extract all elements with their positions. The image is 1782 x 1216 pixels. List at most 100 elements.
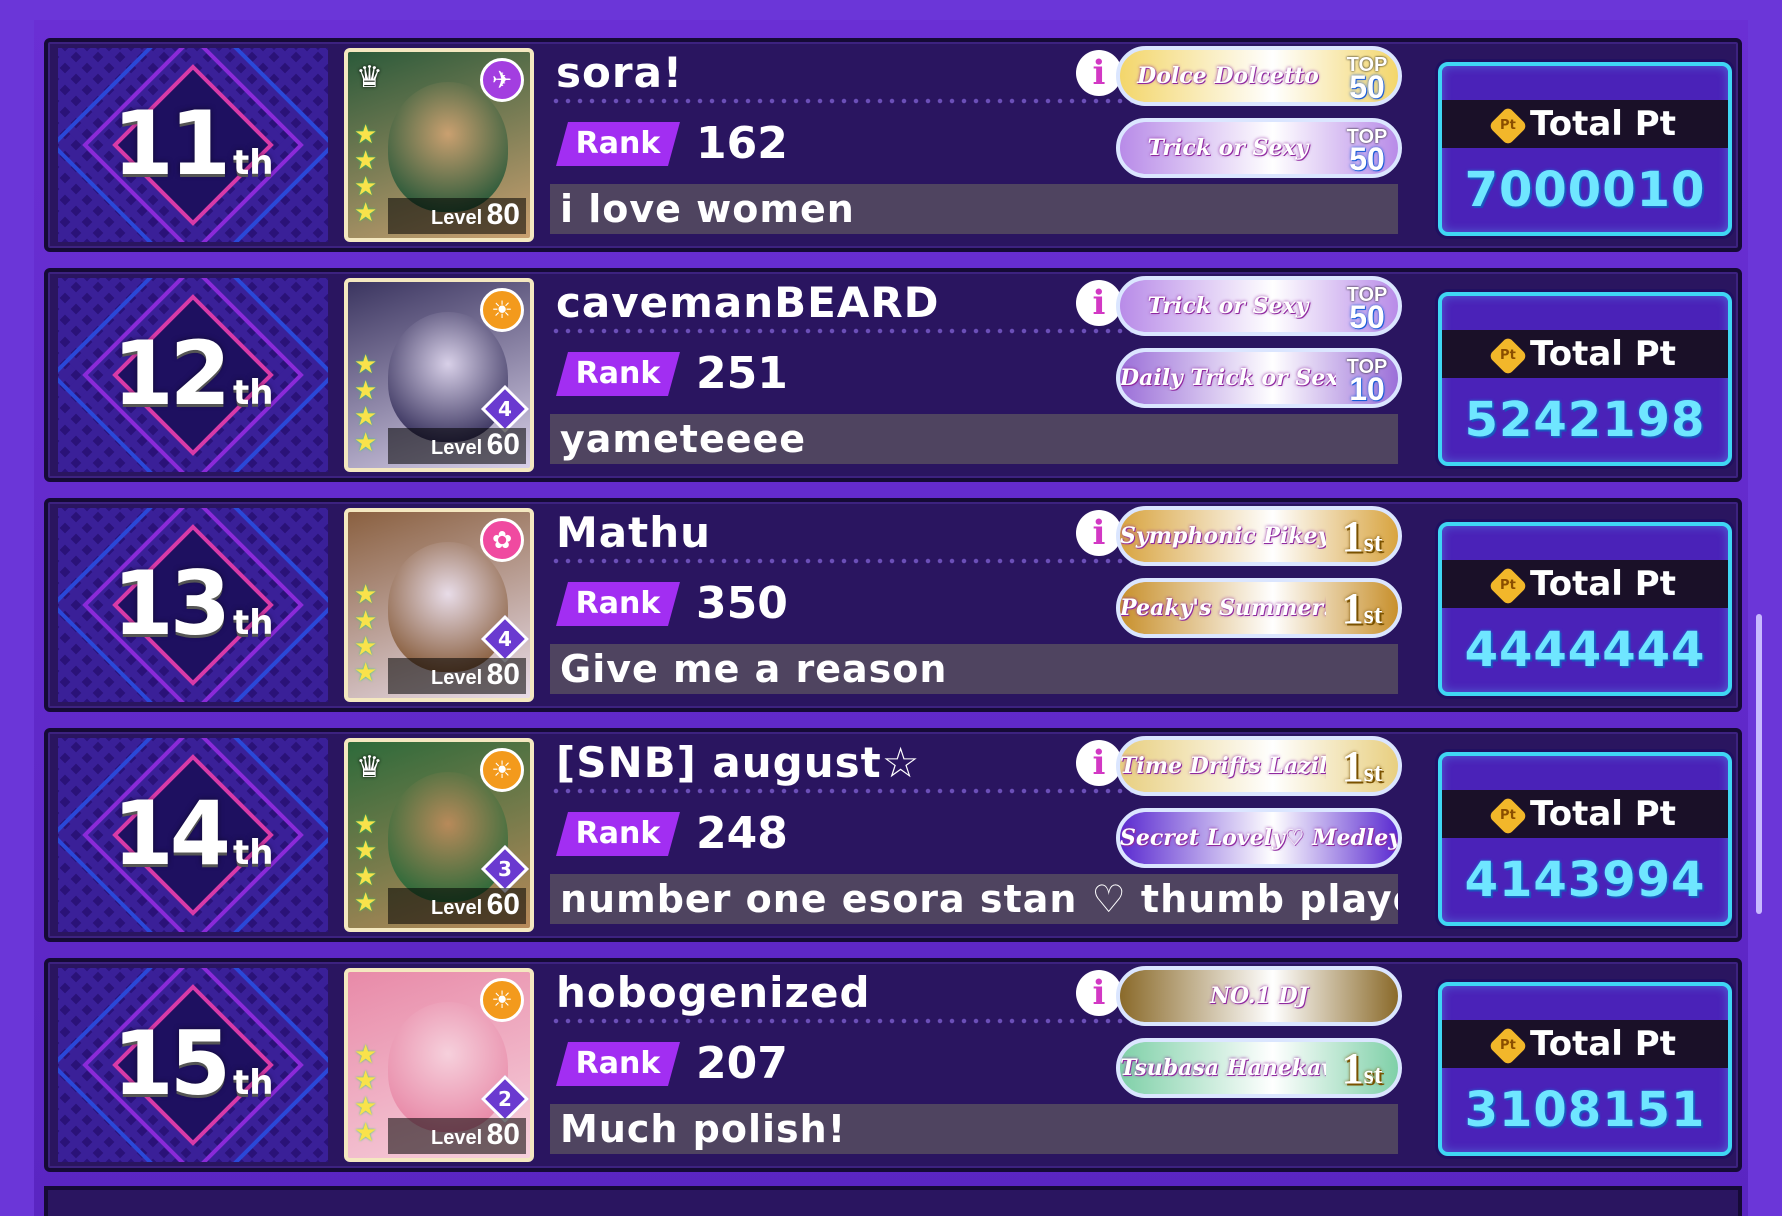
rarity-stars: ★ ★ ★ ★	[354, 810, 378, 918]
badge-top-rank: TOP 50	[1346, 126, 1388, 177]
placement-number: 11th	[58, 100, 328, 207]
member-card[interactable]: ♛ ☀ ★ ★ ★ ★ 3 Level 60	[344, 738, 534, 932]
rank-label: Rank	[556, 122, 680, 166]
player-name: cavemanBEARD	[556, 278, 940, 327]
divider	[550, 328, 1140, 334]
ranking-row[interactable]: 11th ♛ ✈ ★ ★ ★ ★ Level 80 sora! i Rank 162 i lo…	[44, 38, 1742, 252]
rarity-stars: ★ ★ ★ ★	[354, 120, 378, 228]
player-name: Mathu	[556, 508, 712, 557]
player-comment: yameteeee	[550, 414, 1398, 464]
attribute-icon: ✿	[480, 518, 524, 562]
event-point-coin-icon: Pt	[1488, 335, 1528, 376]
title-badge: Time Drifts Lazily 1st	[1116, 736, 1402, 796]
placement-number: 13th	[58, 560, 328, 667]
total-points-value: 4143994	[1464, 852, 1706, 908]
total-points-value: 7000010	[1464, 162, 1706, 218]
member-card[interactable]: ♛ ✈ ★ ★ ★ ★ Level 80	[344, 48, 534, 242]
total-points-value: 3108151	[1464, 1082, 1706, 1138]
card-level: Level 80	[388, 198, 526, 234]
total-points-label: Pt Total Pt	[1442, 560, 1728, 608]
scrollbar[interactable]	[1756, 614, 1762, 914]
total-points-label: Pt Total Pt	[1442, 790, 1728, 838]
title-badge: Symphonic Pikey's YEAR!! 1st	[1116, 506, 1402, 566]
rarity-stars: ★ ★ ★ ★	[354, 580, 378, 688]
title-badge: Secret Lovely♡ Medley Full Combo	[1116, 808, 1402, 868]
placement-value: 12	[112, 322, 231, 425]
placement-suffix: th	[233, 603, 274, 643]
ranking-row[interactable]: 15th ☀ ★ ★ ★ ★ 2 Level 80 hobogenized i Rank 20…	[44, 958, 1742, 1172]
badge-event-name: Time Drifts Lazily	[1120, 753, 1326, 779]
total-points-value: 4444444	[1464, 622, 1706, 678]
player-comment: number one esora stan ♡ thumb player	[550, 874, 1398, 924]
player-rank: 248	[696, 808, 788, 859]
divider	[550, 558, 1140, 564]
character-portrait	[388, 82, 508, 212]
badge-place: 1st	[1341, 741, 1383, 791]
attribute-icon: ☀	[480, 288, 524, 332]
title-badge: Dolce Dolcetto TOP 50	[1116, 46, 1402, 106]
placement-number: 15th	[58, 1020, 328, 1127]
ranking-row[interactable]: 14th ♛ ☀ ★ ★ ★ ★ 3 Level 60 [SNB] august☆ i Rank…	[44, 728, 1742, 942]
total-points-panel: Pt Total Pt 3108151	[1438, 982, 1732, 1156]
placement-value: 15	[112, 1012, 231, 1115]
rank-label: Rank	[556, 352, 680, 396]
event-point-coin-icon: Pt	[1488, 795, 1528, 836]
placement-value: 14	[112, 782, 231, 885]
card-level: Level 60	[388, 428, 526, 464]
title-badge: Peaky's Summer!! 1st	[1116, 578, 1402, 638]
player-name: [SNB] august☆	[556, 738, 921, 787]
next-row-peek	[44, 1186, 1742, 1216]
rank-placement: 15th	[58, 968, 328, 1162]
badge-event-name: Tsubasa Hanekawa Support Pt Ranking	[1120, 1055, 1326, 1081]
player-comment: Give me a reason	[550, 644, 1398, 694]
badge-event-name: Symphonic Pikey's YEAR!!	[1120, 523, 1326, 549]
rank-label: Rank	[556, 1042, 680, 1086]
title-badge: Trick or Sexy TOP 50	[1116, 118, 1402, 178]
rank-placement: 12th	[58, 278, 328, 472]
player-rank: 350	[696, 578, 788, 629]
event-point-coin-icon: Pt	[1488, 1025, 1528, 1066]
placement-suffix: th	[233, 1063, 274, 1103]
total-points-label: Pt Total Pt	[1442, 100, 1728, 148]
player-rank: 207	[696, 1038, 788, 1089]
total-points-label: Pt Total Pt	[1442, 1020, 1728, 1068]
attribute-icon: ☀	[480, 748, 524, 792]
rarity-stars: ★ ★ ★ ★	[354, 1040, 378, 1148]
total-points-panel: Pt Total Pt 4444444	[1438, 522, 1732, 696]
member-card[interactable]: ☀ ★ ★ ★ ★ 4 Level 60	[344, 278, 534, 472]
ranking-row[interactable]: 12th ☀ ★ ★ ★ ★ 4 Level 60 cavemanBEARD i Rank 2…	[44, 268, 1742, 482]
rank-label: Rank	[556, 582, 680, 626]
title-badge: NO.1 DJ	[1116, 966, 1402, 1026]
badge-event-name: Trick or Sexy	[1147, 293, 1309, 319]
crown-icon: ♛	[356, 60, 383, 95]
member-card[interactable]: ☀ ★ ★ ★ ★ 2 Level 80	[344, 968, 534, 1162]
crown-icon: ♛	[356, 750, 383, 785]
rarity-stars: ★ ★ ★ ★	[354, 350, 378, 458]
event-point-coin-icon: Pt	[1488, 105, 1528, 146]
card-level: Level 60	[388, 888, 526, 924]
placement-suffix: th	[233, 373, 274, 413]
event-point-coin-icon: Pt	[1488, 565, 1528, 606]
card-level: Level 80	[388, 658, 526, 694]
badge-event-name: Dolce Dolcetto	[1137, 63, 1319, 89]
title-badge: Tsubasa Hanekawa Support Pt Ranking 1st	[1116, 1038, 1402, 1098]
placement-suffix: th	[233, 143, 274, 183]
badge-place: 1st	[1341, 511, 1383, 561]
badge-event-name: Trick or Sexy	[1147, 135, 1309, 161]
placement-suffix: th	[233, 833, 274, 873]
total-points-value: 5242198	[1464, 392, 1706, 448]
player-comment: i love women	[550, 184, 1398, 234]
card-level: Level 80	[388, 1118, 526, 1154]
ranking-row[interactable]: 13th ✿ ★ ★ ★ ★ 4 Level 80 Mathu i Rank 350 Give…	[44, 498, 1742, 712]
placement-value: 13	[112, 552, 231, 655]
rank-placement: 13th	[58, 508, 328, 702]
placement-number: 14th	[58, 790, 328, 897]
badge-place: 1st	[1341, 583, 1383, 633]
badge-event-name: Daily Trick or Sexy	[1120, 365, 1336, 391]
rank-placement: 11th	[58, 48, 328, 242]
badge-top-rank: TOP 50	[1346, 284, 1388, 335]
player-comment: Much polish!	[550, 1104, 1398, 1154]
member-card[interactable]: ✿ ★ ★ ★ ★ 4 Level 80	[344, 508, 534, 702]
divider	[550, 98, 1140, 104]
badge-place: 1st	[1341, 1043, 1383, 1093]
